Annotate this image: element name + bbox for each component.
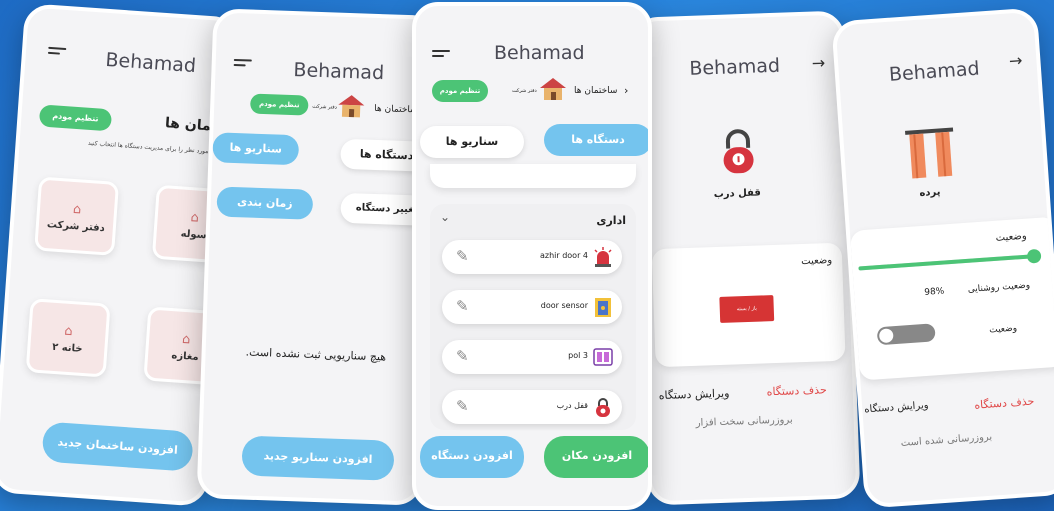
updated-status-text: بروزرسانی شده است	[900, 431, 993, 449]
device-row[interactable]: ✎ azhir door 4	[442, 240, 622, 274]
tab-schedule[interactable]: زمان بندی	[216, 186, 314, 220]
device-name: پرده	[919, 186, 941, 200]
modem-settings-button[interactable]: تنظیم مودم	[249, 93, 309, 116]
app-brand: Behamad	[494, 42, 585, 64]
app-brand: Behamad	[888, 57, 981, 86]
tab-scenarios[interactable]: سناریو ها	[420, 126, 524, 158]
section-title: اداری	[596, 214, 626, 227]
menu-icon[interactable]	[233, 58, 252, 72]
status-label: وضعیت	[995, 230, 1028, 244]
chevron-left-icon[interactable]: ‹	[624, 84, 628, 97]
chevron-down-icon[interactable]: ⌄	[440, 210, 450, 224]
lock-icon	[723, 129, 754, 174]
device-row[interactable]: ✎ pol 3	[442, 340, 622, 374]
edit-pencil-icon[interactable]: ✎	[456, 397, 469, 415]
house-icon: ⌂	[63, 323, 74, 340]
add-building-button[interactable]: افزودن ساختمان جدید	[41, 421, 194, 472]
edit-device-link[interactable]: ویرایش دستگاه	[864, 400, 929, 415]
status-card: وضعیت باز / بسته	[651, 242, 846, 368]
building-tile[interactable]: ⌂ دفتر شرکت	[34, 176, 120, 256]
breadcrumb-place: دفتر شرکت	[512, 88, 537, 94]
menu-icon[interactable]	[47, 46, 67, 60]
menu-icon[interactable]	[432, 50, 450, 62]
building-tile[interactable]: ⌂ خانه ۲	[25, 298, 111, 378]
app-brand: Behamad	[293, 59, 385, 85]
status-toggle[interactable]	[876, 323, 936, 346]
empty-scenarios-message: هیچ سناریویی ثبت نشده است.	[245, 345, 387, 364]
device-name: azhir door 4	[539, 251, 588, 260]
tile-label: دفتر شرکت	[46, 219, 106, 235]
curtain-icon	[905, 127, 954, 179]
brightness-slider-fill	[858, 254, 1035, 271]
toggle-label: وضعیت	[988, 323, 1018, 336]
tile-label: خانه ۲	[51, 341, 83, 355]
delete-device-link[interactable]: حذف دستگاه	[974, 395, 1035, 412]
door-sensor-icon	[595, 298, 611, 317]
house-icon: ⌂	[72, 201, 82, 218]
edit-device-link[interactable]: ویرایش دستگاه	[659, 387, 730, 402]
edit-pencil-icon[interactable]: ✎	[456, 347, 469, 365]
brightness-label: وضعیت روشنایی	[967, 280, 1031, 295]
device-name: قفل درب	[713, 187, 762, 201]
lock-status-label: باز / بسته	[736, 305, 757, 313]
breadcrumb-place: دفتر شرکت	[312, 103, 338, 111]
collapsed-section-card[interactable]	[430, 164, 636, 188]
phone-curtain-detail-screen: → Behamad پرده وضعیت وضعیت روشنایی 98% و…	[831, 7, 1054, 509]
status-card: وضعیت وضعیت روشنایی 98% وضعیت	[849, 216, 1054, 381]
brightness-slider-track[interactable]	[858, 248, 1042, 271]
add-device-button[interactable]: افزودن دستگاه	[420, 436, 524, 478]
building-icon	[338, 94, 365, 118]
switch-panel-icon	[593, 348, 613, 366]
tab-devices[interactable]: دستگاه ها	[544, 124, 648, 156]
app-brand: Behamad	[688, 54, 781, 80]
brightness-slider-handle[interactable]	[1026, 248, 1042, 264]
phone-devices-screen: Behamad تنظیم مودم دفتر شرکت ساختمان ها …	[412, 2, 652, 510]
phone-scenarios-screen: Behamad تنظیم مودم دفتر شرکت ساختمان ها …	[196, 8, 439, 506]
edit-pencil-icon[interactable]: ✎	[456, 247, 469, 265]
device-name: قفل درب	[556, 401, 588, 410]
modem-settings-button[interactable]: تنظیم مودم	[432, 80, 488, 102]
brightness-value: 98%	[924, 286, 945, 298]
siren-icon	[594, 247, 612, 267]
add-place-button[interactable]: افزودن مکان	[544, 436, 648, 478]
modem-settings-button[interactable]: تنظیم مودم	[38, 104, 113, 132]
devices-section: ⌄ اداری ✎ azhir door 4 ✎ door sensor ✎ p…	[430, 204, 636, 430]
edit-pencil-icon[interactable]: ✎	[456, 297, 469, 315]
lock-icon	[596, 398, 610, 417]
status-label: وضعیت	[800, 254, 833, 268]
device-name: door sensor	[540, 301, 588, 310]
lock-status-button[interactable]: باز / بسته	[719, 295, 775, 323]
building-icon	[540, 78, 566, 100]
app-brand: Behamad	[104, 48, 197, 78]
tab-scenarios[interactable]: سناریو ها	[212, 132, 300, 166]
add-scenario-button[interactable]: افزودن سناریو جدید	[241, 435, 395, 481]
phone-lock-detail-screen: → Behamad قفل درب وضعیت باز / بسته حذف د…	[631, 10, 861, 506]
back-arrow-icon[interactable]: →	[1008, 51, 1023, 71]
back-arrow-icon[interactable]: →	[811, 53, 825, 72]
breadcrumb-buildings[interactable]: ساختمان ها	[574, 86, 617, 96]
update-hardware-link[interactable]: بروزرسانی سخت افزار	[696, 414, 793, 428]
device-row[interactable]: ✎ قفل درب	[442, 390, 622, 424]
device-row[interactable]: ✎ door sensor	[442, 290, 622, 324]
delete-device-link[interactable]: حذف دستگاه	[766, 383, 827, 398]
toggle-knob	[878, 328, 894, 344]
device-name: pol 3	[568, 351, 588, 360]
